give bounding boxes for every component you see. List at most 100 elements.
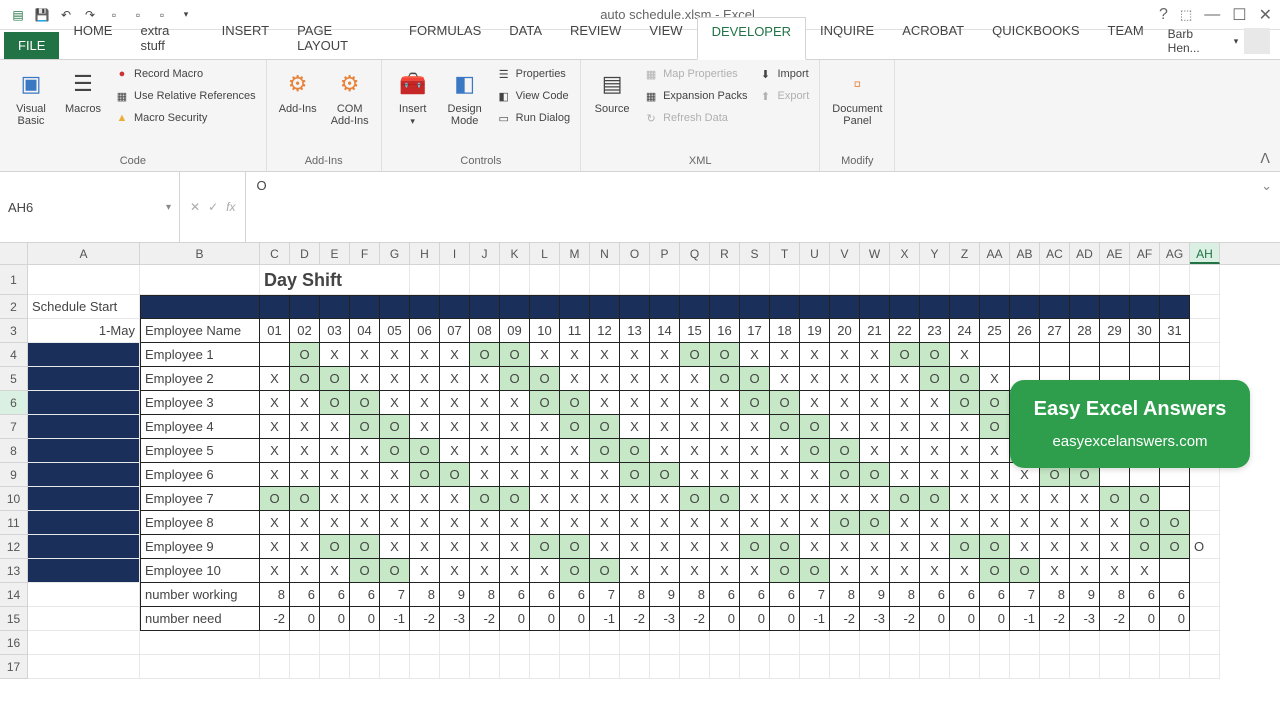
shift-cell[interactable]: O (1010, 559, 1040, 583)
shift-cell[interactable]: O (320, 391, 350, 415)
number-working-cell[interactable]: 6 (500, 583, 530, 607)
cell[interactable] (770, 295, 800, 319)
col-header-AA[interactable]: AA (980, 243, 1010, 264)
day-header[interactable]: 07 (440, 319, 470, 343)
cell[interactable] (1100, 655, 1130, 679)
cell[interactable] (140, 655, 260, 679)
cell[interactable] (980, 631, 1010, 655)
cell[interactable] (740, 655, 770, 679)
shift-cell[interactable]: O (740, 535, 770, 559)
shift-cell[interactable]: X (650, 511, 680, 535)
employee-name[interactable]: Employee 9 (140, 535, 260, 559)
shift-cell[interactable]: X (410, 535, 440, 559)
shift-cell[interactable]: X (1010, 535, 1040, 559)
shift-cell[interactable]: X (590, 343, 620, 367)
shift-cell[interactable]: X (710, 463, 740, 487)
cell[interactable] (1010, 631, 1040, 655)
cell[interactable] (1010, 655, 1040, 679)
shift-cell[interactable]: X (560, 487, 590, 511)
cell[interactable] (470, 295, 500, 319)
shift-cell[interactable]: O (290, 367, 320, 391)
employee-name[interactable]: Employee 4 (140, 415, 260, 439)
number-need-cell[interactable]: 0 (770, 607, 800, 631)
shift-cell[interactable]: X (890, 391, 920, 415)
cell[interactable] (590, 265, 620, 295)
shift-cell[interactable]: X (350, 367, 380, 391)
number-working-cell[interactable]: 8 (620, 583, 650, 607)
number-working-cell[interactable]: 8 (830, 583, 860, 607)
col-header-AE[interactable]: AE (1100, 243, 1130, 264)
shift-cell[interactable]: X (650, 439, 680, 463)
shift-cell[interactable]: X (1070, 487, 1100, 511)
shift-cell[interactable]: X (500, 559, 530, 583)
col-header-AF[interactable]: AF (1130, 243, 1160, 264)
shift-cell[interactable]: O (1130, 487, 1160, 511)
cell[interactable] (1160, 265, 1190, 295)
shift-cell[interactable]: X (410, 343, 440, 367)
cell[interactable] (950, 295, 980, 319)
shift-cell[interactable]: X (650, 367, 680, 391)
cell[interactable] (260, 295, 290, 319)
row-header-11[interactable]: 11 (0, 511, 28, 535)
shift-cell[interactable]: X (1040, 559, 1070, 583)
number-need-cell[interactable]: -2 (410, 607, 440, 631)
number-need-cell[interactable]: -2 (890, 607, 920, 631)
cell[interactable] (28, 607, 140, 631)
shift-cell[interactable]: X (440, 367, 470, 391)
cell[interactable] (1160, 655, 1190, 679)
cell[interactable] (1130, 265, 1160, 295)
cell[interactable] (28, 265, 140, 295)
shift-cell[interactable]: X (890, 415, 920, 439)
cell[interactable] (1190, 319, 1220, 343)
shift-cell[interactable] (980, 343, 1010, 367)
cell[interactable] (500, 295, 530, 319)
shift-cell[interactable]: O (380, 559, 410, 583)
cell[interactable] (1100, 265, 1130, 295)
cell[interactable] (410, 631, 440, 655)
fx-icon[interactable]: fx (226, 200, 235, 214)
number-need-cell[interactable]: -1 (380, 607, 410, 631)
shift-cell[interactable]: X (1040, 535, 1070, 559)
col-header-F[interactable]: F (350, 243, 380, 264)
cell[interactable] (710, 295, 740, 319)
shift-cell[interactable]: X (800, 343, 830, 367)
shift-cell[interactable]: X (830, 487, 860, 511)
shift-cell[interactable]: O (830, 439, 860, 463)
shift-cell[interactable]: O (740, 391, 770, 415)
col-header-AG[interactable]: AG (1160, 243, 1190, 264)
shift-cell[interactable]: O (530, 535, 560, 559)
shift-cell[interactable]: X (650, 559, 680, 583)
number-need-cell[interactable]: 0 (530, 607, 560, 631)
number-need-cell[interactable]: 0 (560, 607, 590, 631)
day-header[interactable]: 13 (620, 319, 650, 343)
cell[interactable] (650, 295, 680, 319)
col-header-Q[interactable]: Q (680, 243, 710, 264)
shift-cell[interactable]: X (320, 439, 350, 463)
shift-cell[interactable]: X (290, 463, 320, 487)
number-need-cell[interactable]: -3 (440, 607, 470, 631)
number-working-cell[interactable]: 8 (890, 583, 920, 607)
shift-cell[interactable]: X (1100, 535, 1130, 559)
shift-cell[interactable]: X (770, 439, 800, 463)
shift-cell[interactable]: O (980, 391, 1010, 415)
cell[interactable] (1160, 295, 1190, 319)
day-header[interactable]: 12 (590, 319, 620, 343)
cell[interactable] (650, 265, 680, 295)
shift-cell[interactable]: X (440, 391, 470, 415)
number-need-cell[interactable]: 0 (920, 607, 950, 631)
record-macro-button[interactable]: ●Record Macro (112, 64, 258, 84)
source-button[interactable]: ▤Source (589, 64, 635, 119)
shift-cell[interactable]: X (650, 487, 680, 511)
shift-cell[interactable]: X (320, 463, 350, 487)
shift-cell[interactable]: X (650, 343, 680, 367)
shift-cell[interactable]: X (890, 367, 920, 391)
macro-security-button[interactable]: ▲Macro Security (112, 108, 258, 128)
number-working-label[interactable]: number working (140, 583, 260, 607)
cell[interactable] (920, 655, 950, 679)
shift-cell[interactable]: O (710, 367, 740, 391)
shift-cell[interactable]: O (770, 559, 800, 583)
cell[interactable] (1190, 583, 1220, 607)
cell[interactable] (1100, 295, 1130, 319)
number-working-cell[interactable]: 6 (1160, 583, 1190, 607)
shift-cell[interactable]: O (770, 535, 800, 559)
